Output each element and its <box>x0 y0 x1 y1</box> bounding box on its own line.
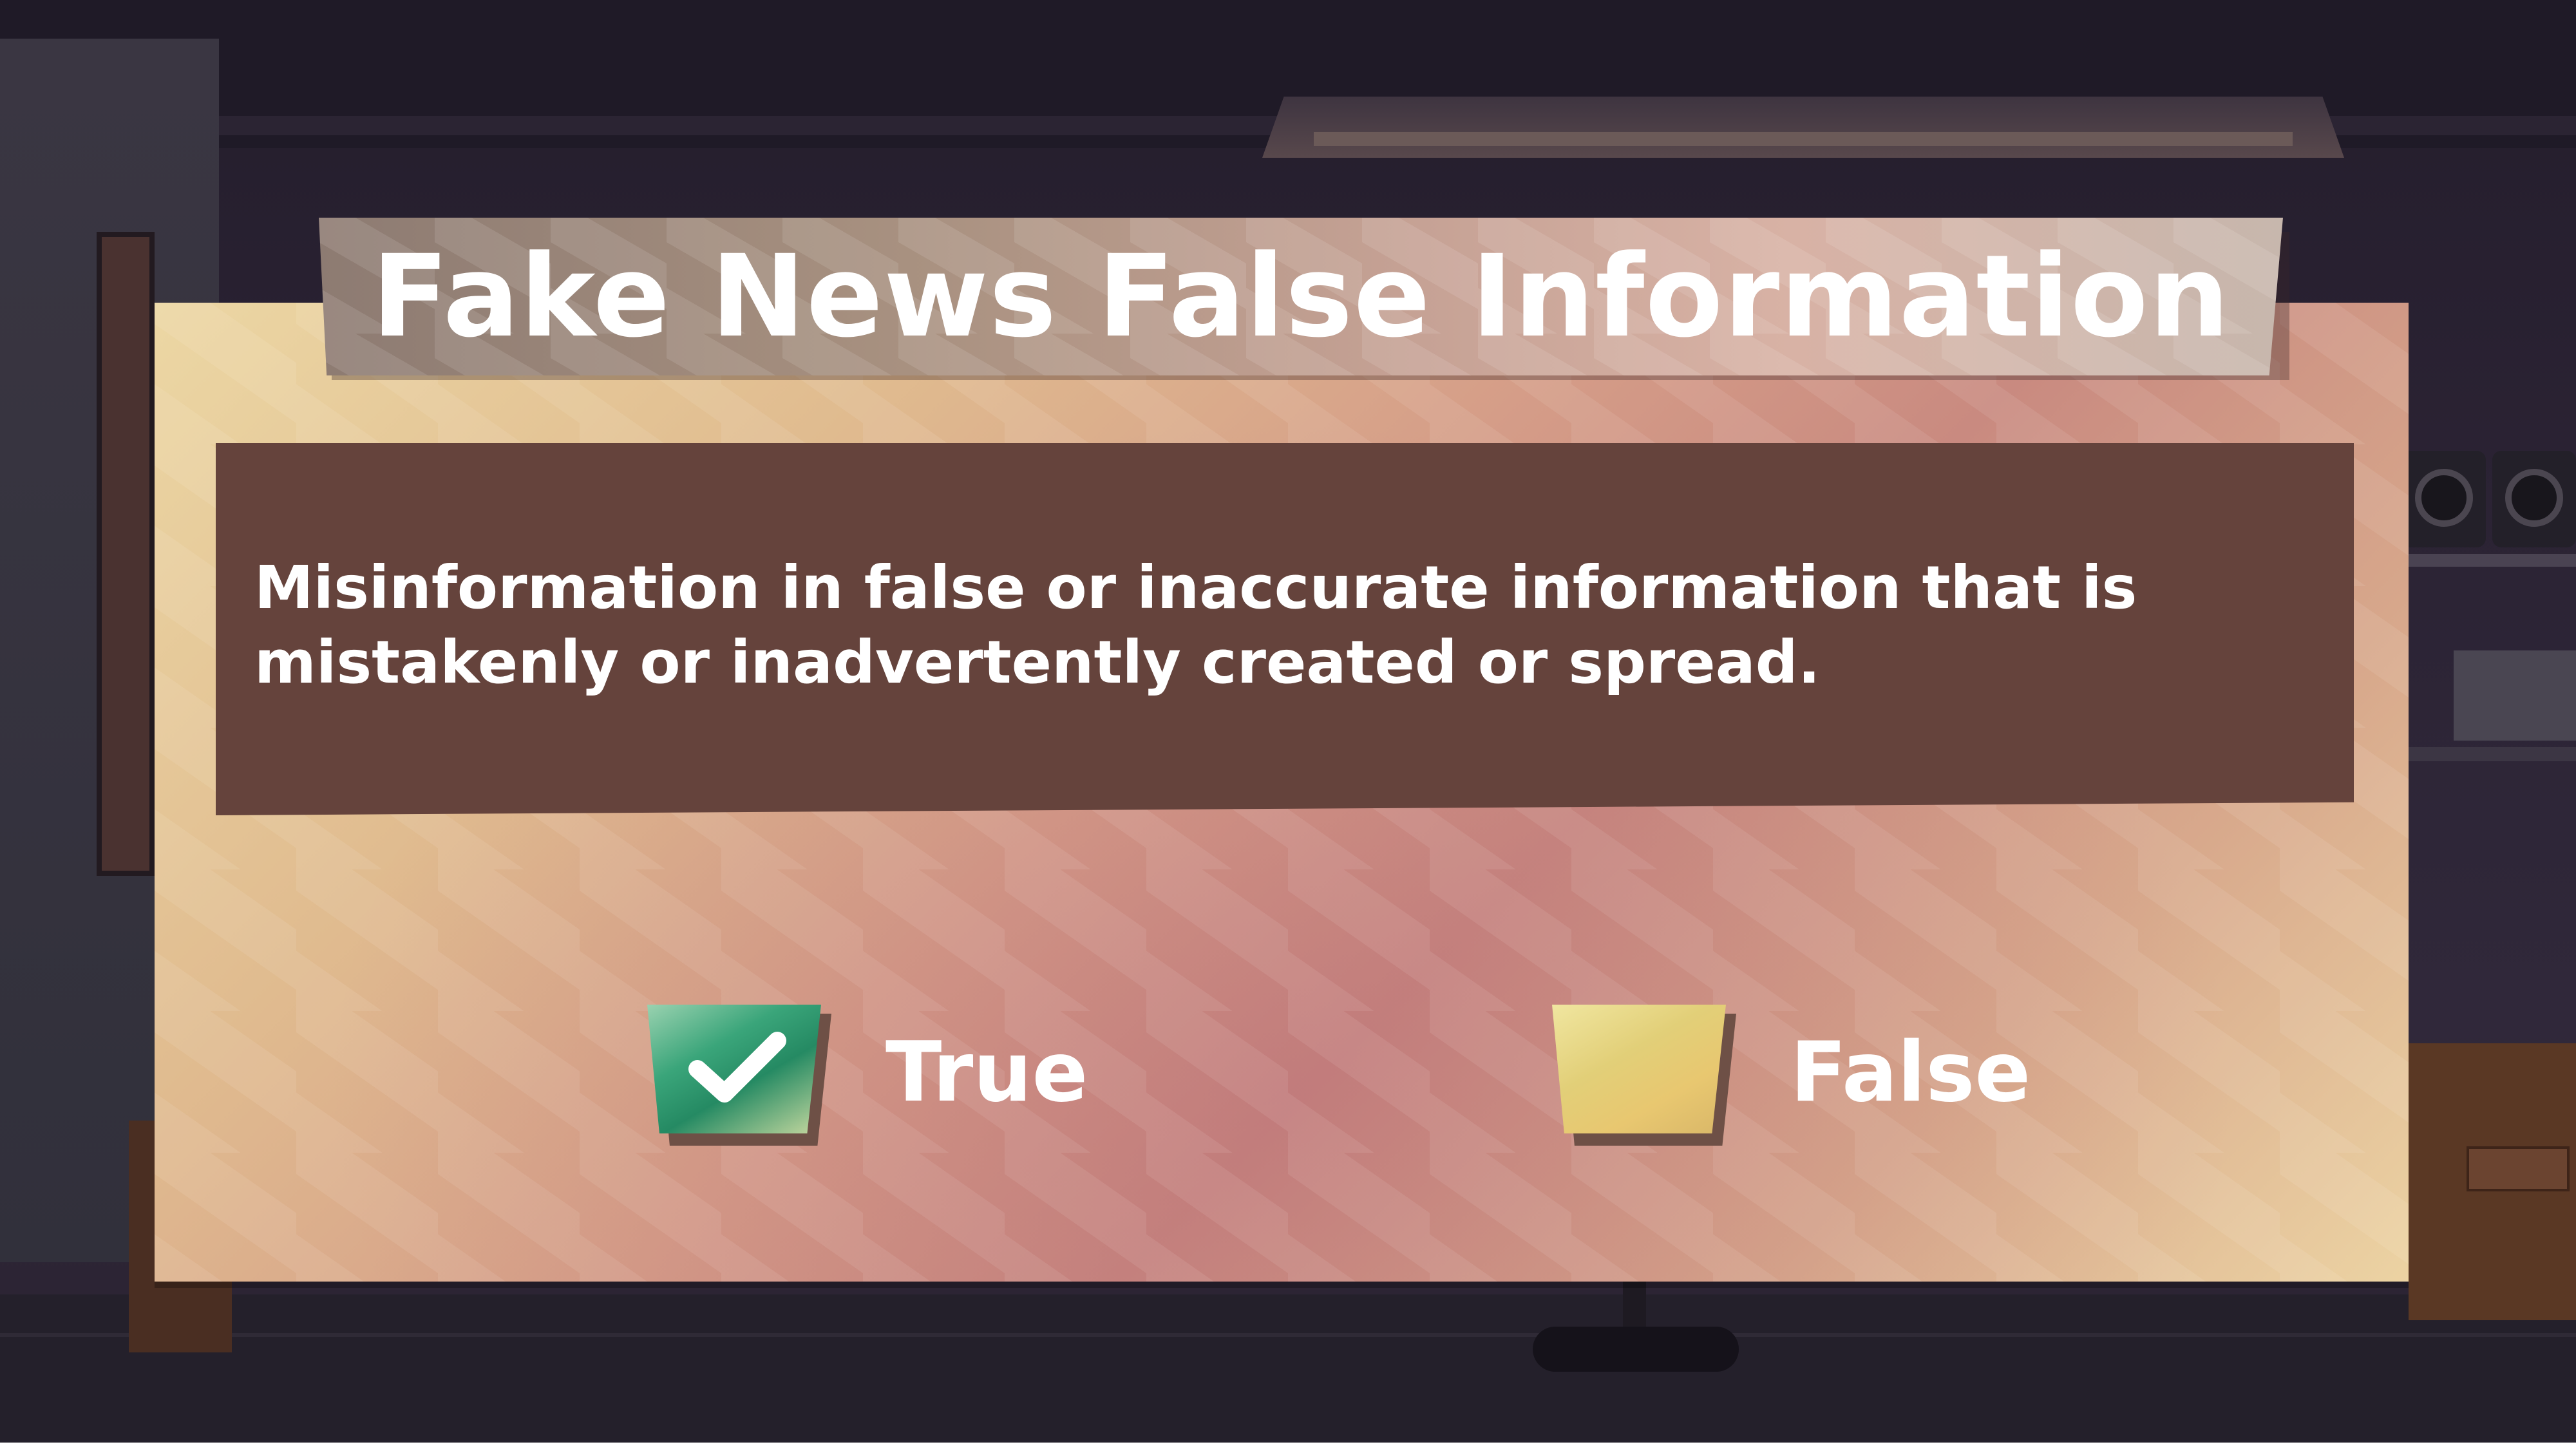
speaker-icon <box>2492 451 2576 547</box>
page-title: Fake News False Information <box>371 231 2231 363</box>
speaker-icon <box>2402 451 2486 547</box>
ceiling-light-strip <box>1314 132 2293 146</box>
answer-option-true[interactable]: True <box>647 1005 1088 1146</box>
wall-shelf <box>2396 747 2576 761</box>
ceiling-light <box>1262 97 2344 158</box>
floor <box>0 1294 2576 1449</box>
question-text: Misinformation in false or inaccurate in… <box>254 553 2137 697</box>
floor-line <box>0 1333 2576 1337</box>
wall-shelf <box>2396 554 2576 567</box>
checkbox-false[interactable] <box>1552 1005 1736 1146</box>
bottom-strip <box>0 1443 2576 1449</box>
chair-base <box>1533 1327 1739 1372</box>
wall-pole <box>97 232 155 876</box>
option-label-true: True <box>886 1024 1088 1121</box>
desk-drawer <box>2467 1146 2570 1191</box>
shelf-box <box>2454 650 2576 741</box>
checkmark-icon <box>688 1032 786 1103</box>
option-label-false: False <box>1790 1024 2031 1121</box>
answer-option-false[interactable]: False <box>1552 1005 2031 1146</box>
checkbox-true[interactable] <box>647 1005 831 1146</box>
